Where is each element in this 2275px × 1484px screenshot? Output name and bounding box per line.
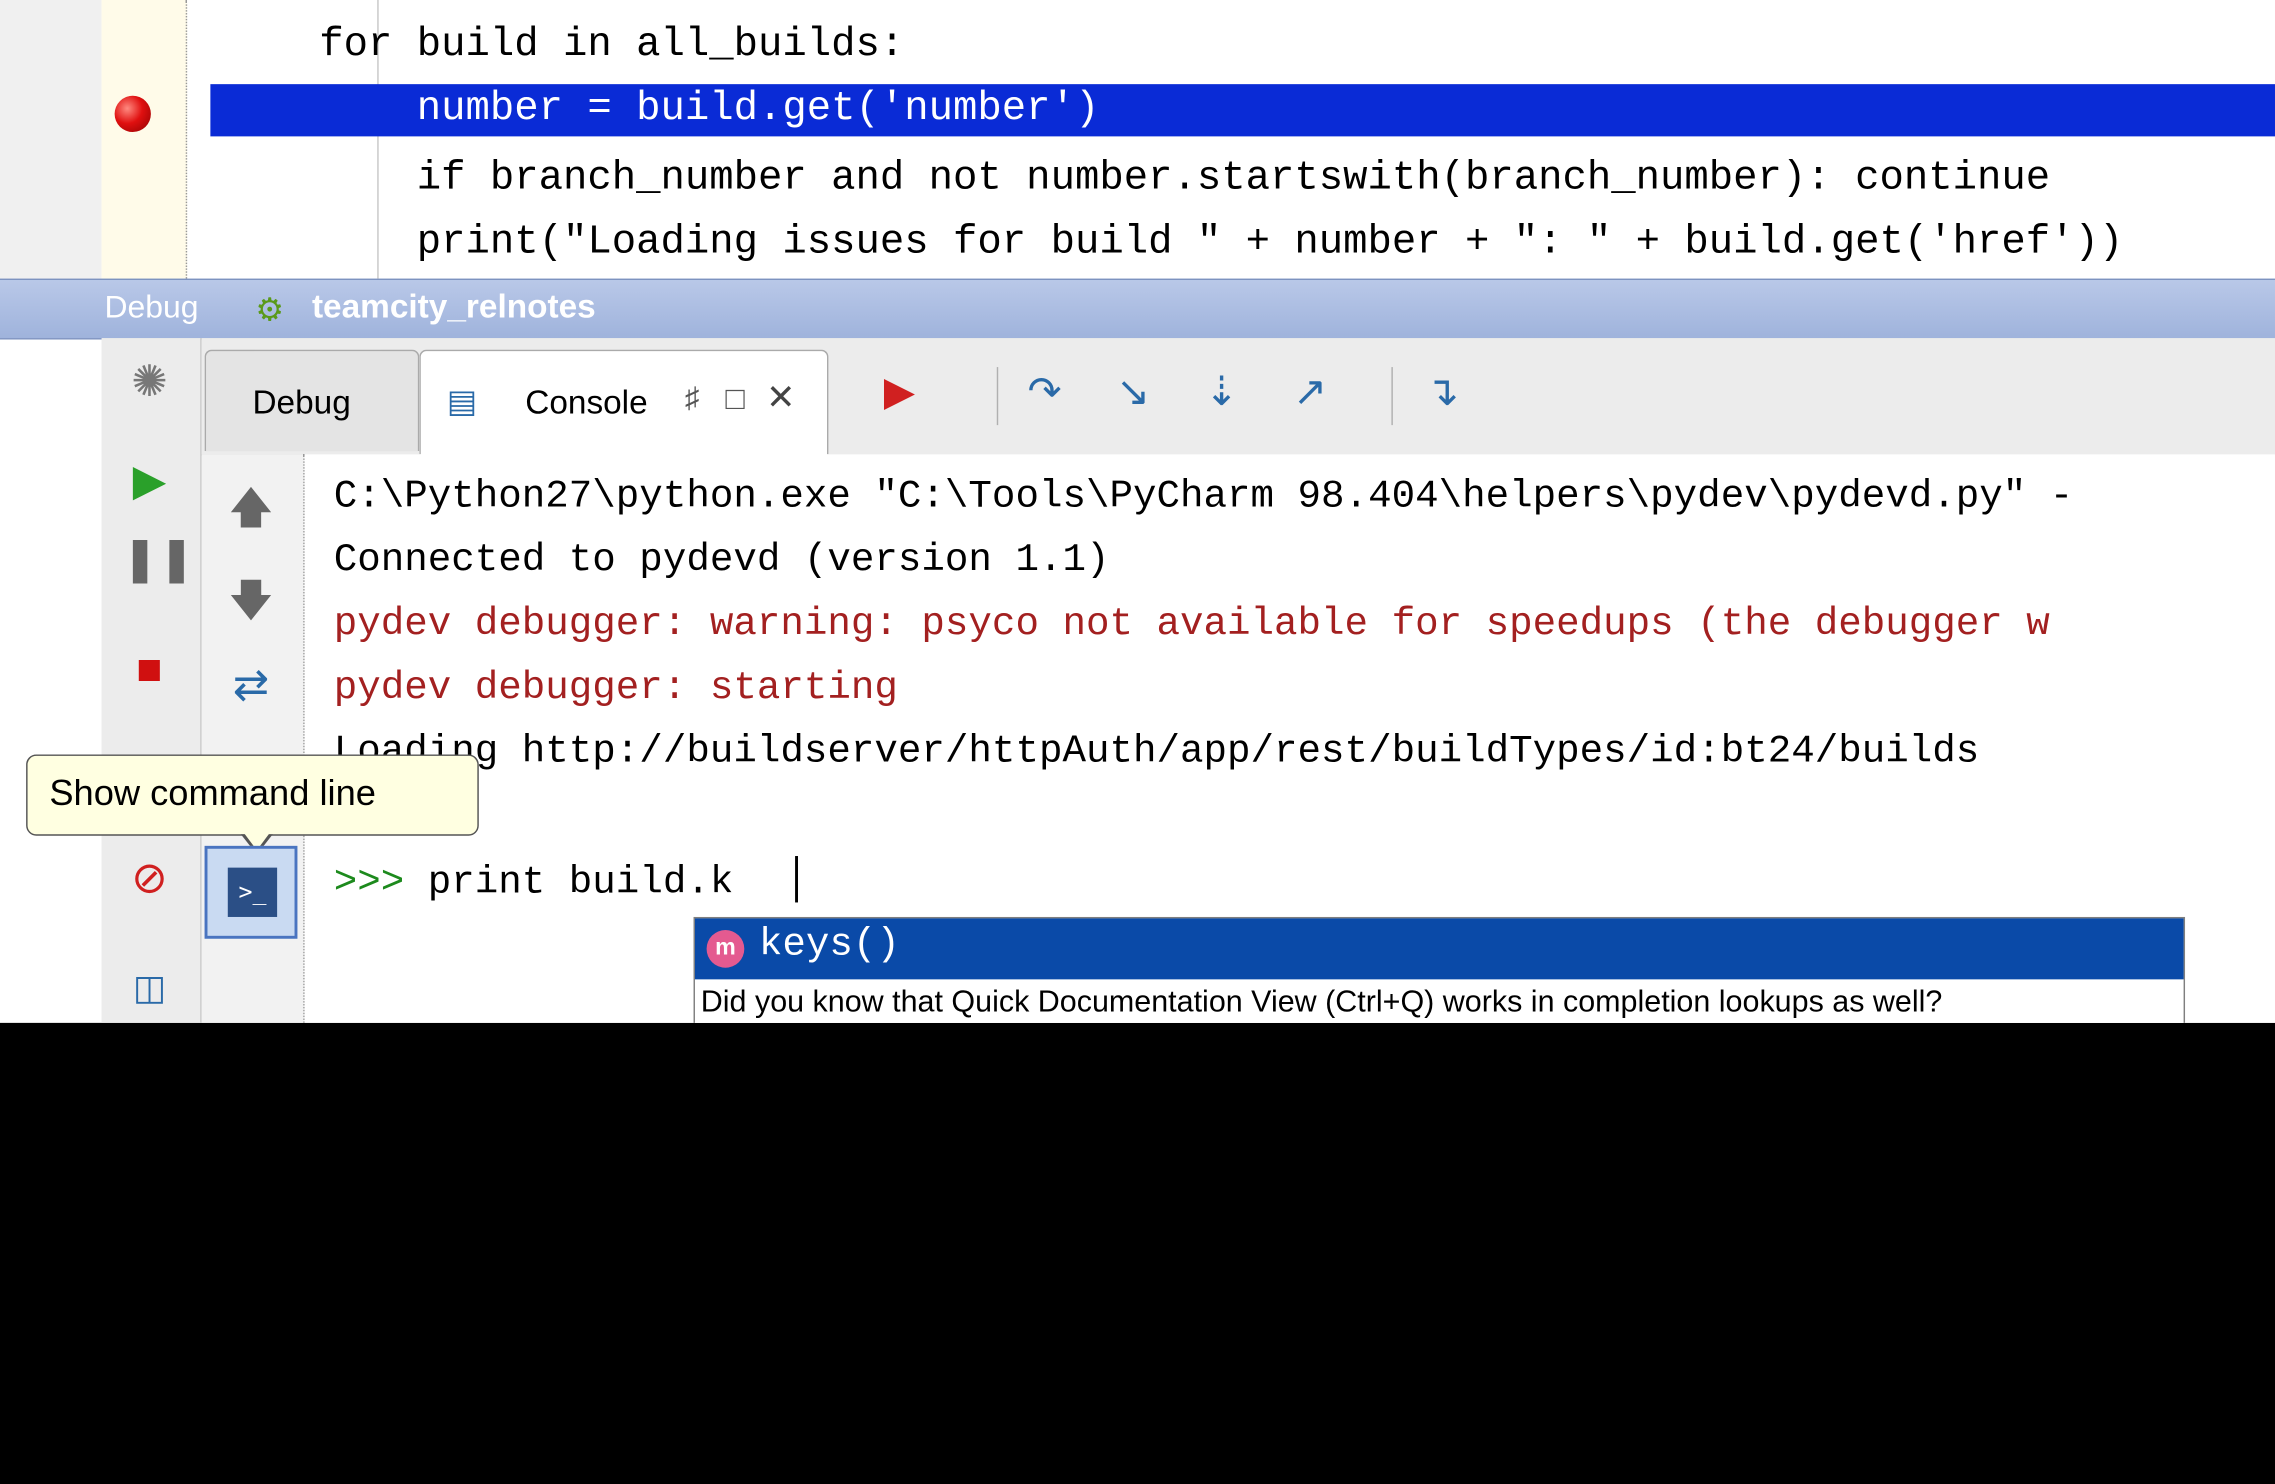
soft-wrap-icon[interactable]: ⇄ <box>225 660 277 712</box>
tab-console-label: Console <box>525 383 648 421</box>
toolbar-separator <box>1391 367 1393 426</box>
debug-tabs-bar: Debug ▤ Console ♯ □ ✕ ▶ ↷ ↘ ⇣ ↗ ↴ <box>201 338 2275 456</box>
close-icon[interactable]: ✕ <box>766 377 795 419</box>
layout-icon[interactable]: ◫ <box>122 962 177 1017</box>
console-prompt: >>> <box>333 861 405 906</box>
step-out-icon[interactable]: ↗ <box>1283 364 1338 419</box>
code-line-4-text: print("Loading issues for build " + numb… <box>319 220 2124 266</box>
code-line-1[interactable]: for build in all_builds: <box>319 20 2275 72</box>
command-line-icon: >_ <box>227 867 278 917</box>
restore-icon[interactable]: □ <box>725 380 744 418</box>
stop-icon[interactable]: ■ <box>122 643 177 698</box>
run-config-name: teamcity_relnotes <box>311 287 596 325</box>
code-line-3-text: if branch_number and not number.startswi… <box>319 156 2051 202</box>
bug-icon: ⚙ <box>255 291 284 328</box>
debug-label: Debug <box>104 288 199 325</box>
completion-item-keys[interactable]: m keys() <box>694 918 2184 980</box>
ide-window: for build in all_builds: number = build.… <box>0 0 2275 1023</box>
code-line-2-current[interactable]: number = build.get('number') <box>210 84 2275 137</box>
pause-icon[interactable]: ❚❚ <box>122 532 195 587</box>
debug-left-toolbar: ✺ ▶ ❚❚ ■ ⊘ ◫ <box>101 338 202 1023</box>
tab-debug[interactable]: Debug <box>204 349 420 452</box>
up-arrow-icon[interactable]: 🡅 <box>225 483 277 535</box>
tab-debug-label: Debug <box>252 383 351 421</box>
console-line-3: pydev debugger: warning: psyco not avail… <box>333 603 2050 648</box>
console-input[interactable]: print build.k <box>404 862 734 906</box>
rerun-icon[interactable]: ✺ <box>122 355 177 410</box>
tooltip-text: Show command line <box>49 773 376 814</box>
mute-breakpoints-icon[interactable]: ⊘ <box>122 852 177 907</box>
console-line-1: C:\Python27\python.exe "C:\Tools\PyCharm… <box>333 475 2074 520</box>
console-input-line[interactable]: >>> print build.k <box>334 857 734 909</box>
console-line-2: Connected to pydevd (version 1.1) <box>333 539 1110 584</box>
debug-title-bar: Debug ⚙ teamcity_relnotes <box>0 278 2275 340</box>
code-line-4[interactable]: print("Loading issues for build " + numb… <box>210 218 2275 270</box>
code-editor[interactable]: for build in all_builds: number = build.… <box>0 0 2275 279</box>
completion-item-label: keys() <box>758 924 900 968</box>
text-caret <box>795 856 798 903</box>
pin-icon[interactable]: ♯ <box>685 383 700 416</box>
editor-left-margin <box>0 0 102 279</box>
breakpoint-icon[interactable] <box>114 95 151 133</box>
code-line-2-text: number = build.get('number') <box>319 87 1100 133</box>
show-execution-point-icon[interactable]: ▶ <box>872 364 927 419</box>
down-arrow-icon[interactable]: 🡇 <box>225 576 277 628</box>
step-into-icon[interactable]: ↘ <box>1106 364 1161 419</box>
console-line-5: Loading http://buildserver/httpAuth/app/… <box>333 731 1980 775</box>
step-over-icon[interactable]: ↷ <box>1017 364 1072 419</box>
code-line-3[interactable]: if branch_number and not number.startswi… <box>210 154 2275 206</box>
completion-hint: Did you know that Quick Documentation Vi… <box>700 985 1943 1019</box>
toolbar-separator <box>996 367 999 426</box>
run-to-cursor-icon[interactable]: ↴ <box>1415 364 1470 419</box>
show-command-line-button[interactable]: >_ <box>204 845 298 939</box>
console-icon: ▤ <box>446 383 478 420</box>
editor-gutter[interactable] <box>101 0 188 279</box>
resume-icon[interactable]: ▶ <box>122 454 177 509</box>
console-line-4: pydev debugger: starting <box>333 667 898 711</box>
force-step-into-icon[interactable]: ⇣ <box>1194 364 1249 419</box>
completion-popup: m keys() Did you know that Quick Documen… <box>693 916 2186 1023</box>
method-icon: m <box>706 930 745 968</box>
tooltip: Show command line <box>26 754 479 836</box>
tab-console[interactable]: ▤ Console ♯ □ ✕ <box>419 349 829 456</box>
